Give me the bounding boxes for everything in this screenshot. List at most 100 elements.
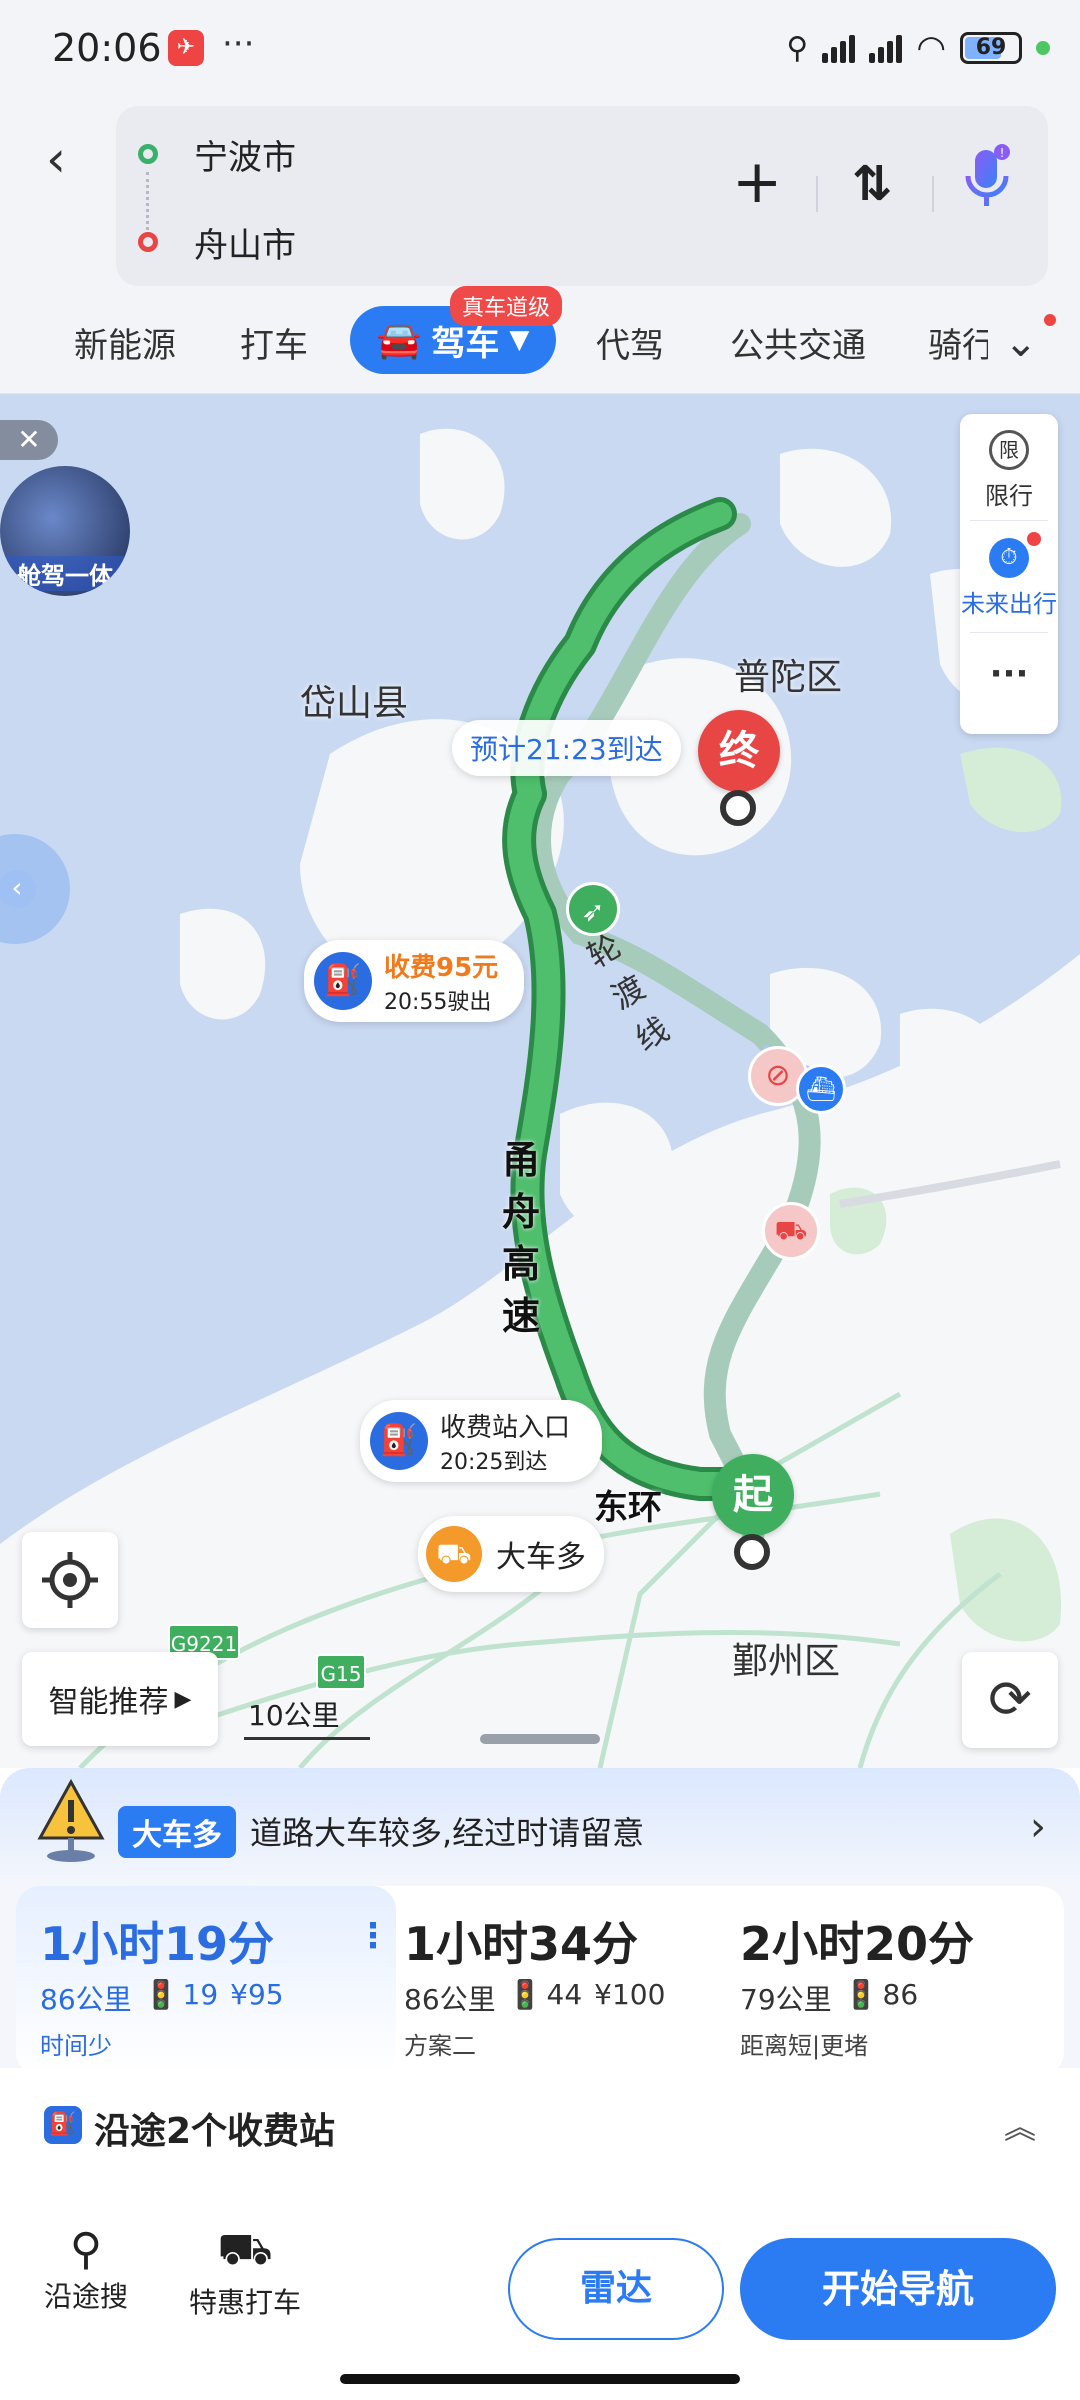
more-vertical-icon[interactable]: ⋮ bbox=[356, 1916, 390, 1956]
tab-taxi[interactable]: 打车 bbox=[240, 318, 308, 367]
status-more: ··· bbox=[222, 24, 255, 64]
route-fee: ¥100 bbox=[594, 1978, 666, 2011]
truck-warning-text: 大车多 bbox=[496, 1540, 586, 1575]
toll-station-icon: ⛽ bbox=[314, 952, 372, 1010]
route-fee: ¥95 bbox=[230, 1978, 284, 2011]
search-along-label: 沿途搜 bbox=[43, 2280, 128, 2313]
area-label: 普陀区 bbox=[734, 657, 843, 698]
more-options-button[interactable]: ··· bbox=[960, 654, 1058, 694]
divider bbox=[932, 176, 934, 212]
start-marker[interactable]: 起 bbox=[712, 1454, 794, 1536]
route-options: 1小时19分 ⋮ 86公里 🚦 19 ¥95 时间少 1小时34分 86公里 🚦 4… bbox=[16, 1886, 1064, 2076]
start-dot-icon bbox=[138, 144, 158, 164]
map-view[interactable]: 岱山县 普陀区 鄞州区 甬舟高速 轮渡线 东环 预计21:23到达 终 起 ➶ … bbox=[0, 394, 1080, 1768]
toll-exit-fee: 收费95元 bbox=[384, 952, 499, 983]
route-time: 1小时19分 bbox=[40, 1917, 275, 1971]
tab-cycling[interactable]: 骑行 bbox=[928, 318, 988, 367]
eta-text: 预计21:23到达 bbox=[470, 733, 663, 766]
future-trip-button[interactable]: ⏱ 未来出行 bbox=[960, 532, 1058, 619]
chevron-down-icon: ▼ bbox=[509, 325, 530, 355]
route-option-3[interactable]: 2小时20分 79公里 🚦 86 距离短|更堵 bbox=[740, 1886, 1060, 2076]
truck-warning-bubble[interactable]: ⛟ 大车多 bbox=[418, 1516, 604, 1592]
discount-taxi-button[interactable]: ⛟ 特惠打车 bbox=[180, 2224, 310, 2321]
promo-label: 舱驾一体 bbox=[0, 556, 130, 591]
chevron-down-icon[interactable]: ⌄ bbox=[1004, 320, 1038, 366]
start-navigation-button[interactable]: 开始导航 bbox=[740, 2238, 1056, 2340]
battery-icon: 69 bbox=[960, 32, 1022, 64]
highway-shield: G15 bbox=[316, 1654, 366, 1690]
status-bar: 20:06 ✈ ··· ⚲ ◠ 69 bbox=[0, 0, 1080, 100]
end-point-icon bbox=[720, 790, 756, 826]
home-indicator[interactable] bbox=[340, 2374, 740, 2384]
discount-taxi-label: 特惠打车 bbox=[188, 2286, 301, 2319]
car-icon: 🚘 bbox=[376, 320, 422, 361]
warning-icon bbox=[37, 1778, 105, 1862]
tab-new-energy[interactable]: 新能源 bbox=[74, 318, 176, 367]
battery-level: 69 bbox=[975, 35, 1007, 60]
search-along-button[interactable]: ⚲ 沿途搜 bbox=[36, 2224, 136, 2315]
close-icon[interactable]: ✕ bbox=[0, 420, 58, 460]
traffic-light-icon: 🚦 bbox=[843, 1978, 879, 2011]
bottom-toolbar: ⚲ 沿途搜 ⛟ 特惠打车 雷达 开始导航 bbox=[0, 2184, 1080, 2400]
route-lights: 86 bbox=[882, 1978, 919, 2011]
route-lights: 19 bbox=[182, 1978, 219, 2011]
route-time: 1小时34分 bbox=[404, 1917, 639, 1971]
rocket-icon: ➶ bbox=[566, 882, 620, 936]
eta-bubble: 预计21:23到达 bbox=[452, 720, 681, 776]
traffic-light-icon: 🚦 bbox=[507, 1978, 543, 2011]
route-distance: 86公里 bbox=[40, 1983, 132, 2016]
truck-alert-text: 道路大车较多,经过时请留意 bbox=[250, 1814, 645, 1852]
end-marker-label: 终 bbox=[719, 728, 759, 774]
lane-level-badge: 真车道级 bbox=[450, 286, 563, 326]
tab-public-transit[interactable]: 公共交通 bbox=[730, 318, 866, 367]
truck-alert-bar[interactable]: 大车多 道路大车较多,经过时请留意 › bbox=[0, 1768, 1080, 1886]
route-tag: 距离短|更堵 bbox=[740, 2032, 869, 2060]
scale-bar: 10公里 bbox=[244, 1694, 370, 1740]
tab-designated-driver[interactable]: 代驾 bbox=[596, 318, 664, 367]
chevron-right-icon: › bbox=[1030, 1804, 1046, 1850]
restriction-button[interactable]: 限 限行 bbox=[960, 430, 1058, 511]
refresh-icon[interactable]: ⟳ bbox=[962, 1652, 1058, 1748]
drag-handle[interactable] bbox=[480, 1734, 600, 1744]
route-input-box: 宁波市 舟山市 + ⇅ ! bbox=[116, 106, 1048, 286]
toll-exit-bubble[interactable]: ⛽ 收费95元 20:55驶出 bbox=[304, 940, 524, 1022]
privacy-dot bbox=[1036, 41, 1050, 55]
add-waypoint-icon[interactable]: + bbox=[732, 152, 782, 212]
route-connector bbox=[146, 172, 149, 230]
promo-image[interactable]: 舱驾一体 bbox=[0, 466, 130, 596]
transport-mode-tabs: 新能源 打车 🚘 驾车 ▼ 真车道级 代驾 公共交通 骑行 ⌄ bbox=[0, 286, 1080, 394]
smart-recommend-button[interactable]: 智能推荐 ▶ bbox=[22, 1652, 218, 1746]
route-time: 2小时20分 bbox=[740, 1917, 975, 1971]
end-marker[interactable]: 终 bbox=[698, 710, 780, 792]
route-option-2[interactable]: 1小时34分 86公里 🚦 44 ¥100 方案二 bbox=[404, 1886, 734, 2076]
start-point-icon bbox=[734, 1534, 770, 1570]
back-icon[interactable]: ‹ bbox=[46, 130, 66, 188]
route-lights: 44 bbox=[546, 1978, 583, 2011]
divider bbox=[970, 520, 1048, 521]
route-option-1[interactable]: 1小时19分 ⋮ 86公里 🚦 19 ¥95 时间少 bbox=[16, 1886, 396, 2076]
taxi-icon: ⛟ bbox=[217, 2224, 273, 2275]
my-location-button[interactable] bbox=[22, 1532, 118, 1628]
toll-entry-bubble[interactable]: ⛽ 收费站入口 20:25到达 bbox=[360, 1400, 602, 1482]
end-dot-icon bbox=[138, 232, 158, 252]
road-label-highway: 甬舟高速 bbox=[502, 1138, 541, 1338]
svg-text:!: ! bbox=[1000, 146, 1005, 160]
radar-button[interactable]: 雷达 bbox=[508, 2238, 724, 2340]
locate-icon bbox=[42, 1552, 98, 1608]
start-field[interactable]: 宁波市 bbox=[194, 130, 296, 179]
status-time: 20:06 bbox=[52, 26, 162, 70]
voice-mic-icon[interactable]: ! bbox=[962, 144, 1012, 214]
location-icon: ⚲ bbox=[786, 30, 809, 66]
signal-icon bbox=[822, 33, 856, 63]
swap-icon[interactable]: ⇅ bbox=[852, 156, 892, 212]
toll-summary-row[interactable]: ⛽ 沿途2个收费站 ︽ bbox=[0, 2068, 1080, 2184]
road-label-ring: 东环 bbox=[594, 1488, 662, 1528]
end-field[interactable]: 舟山市 bbox=[194, 218, 296, 267]
notification-dot bbox=[1044, 314, 1056, 326]
divider bbox=[970, 632, 1048, 633]
scale-label: 10公里 bbox=[248, 1699, 340, 1732]
expand-up-icon[interactable]: ︽ bbox=[1004, 2102, 1036, 2148]
traffic-light-icon: 🚦 bbox=[143, 1978, 179, 2011]
route-distance: 79公里 bbox=[740, 1983, 832, 2016]
start-marker-label: 起 bbox=[733, 1472, 773, 1518]
